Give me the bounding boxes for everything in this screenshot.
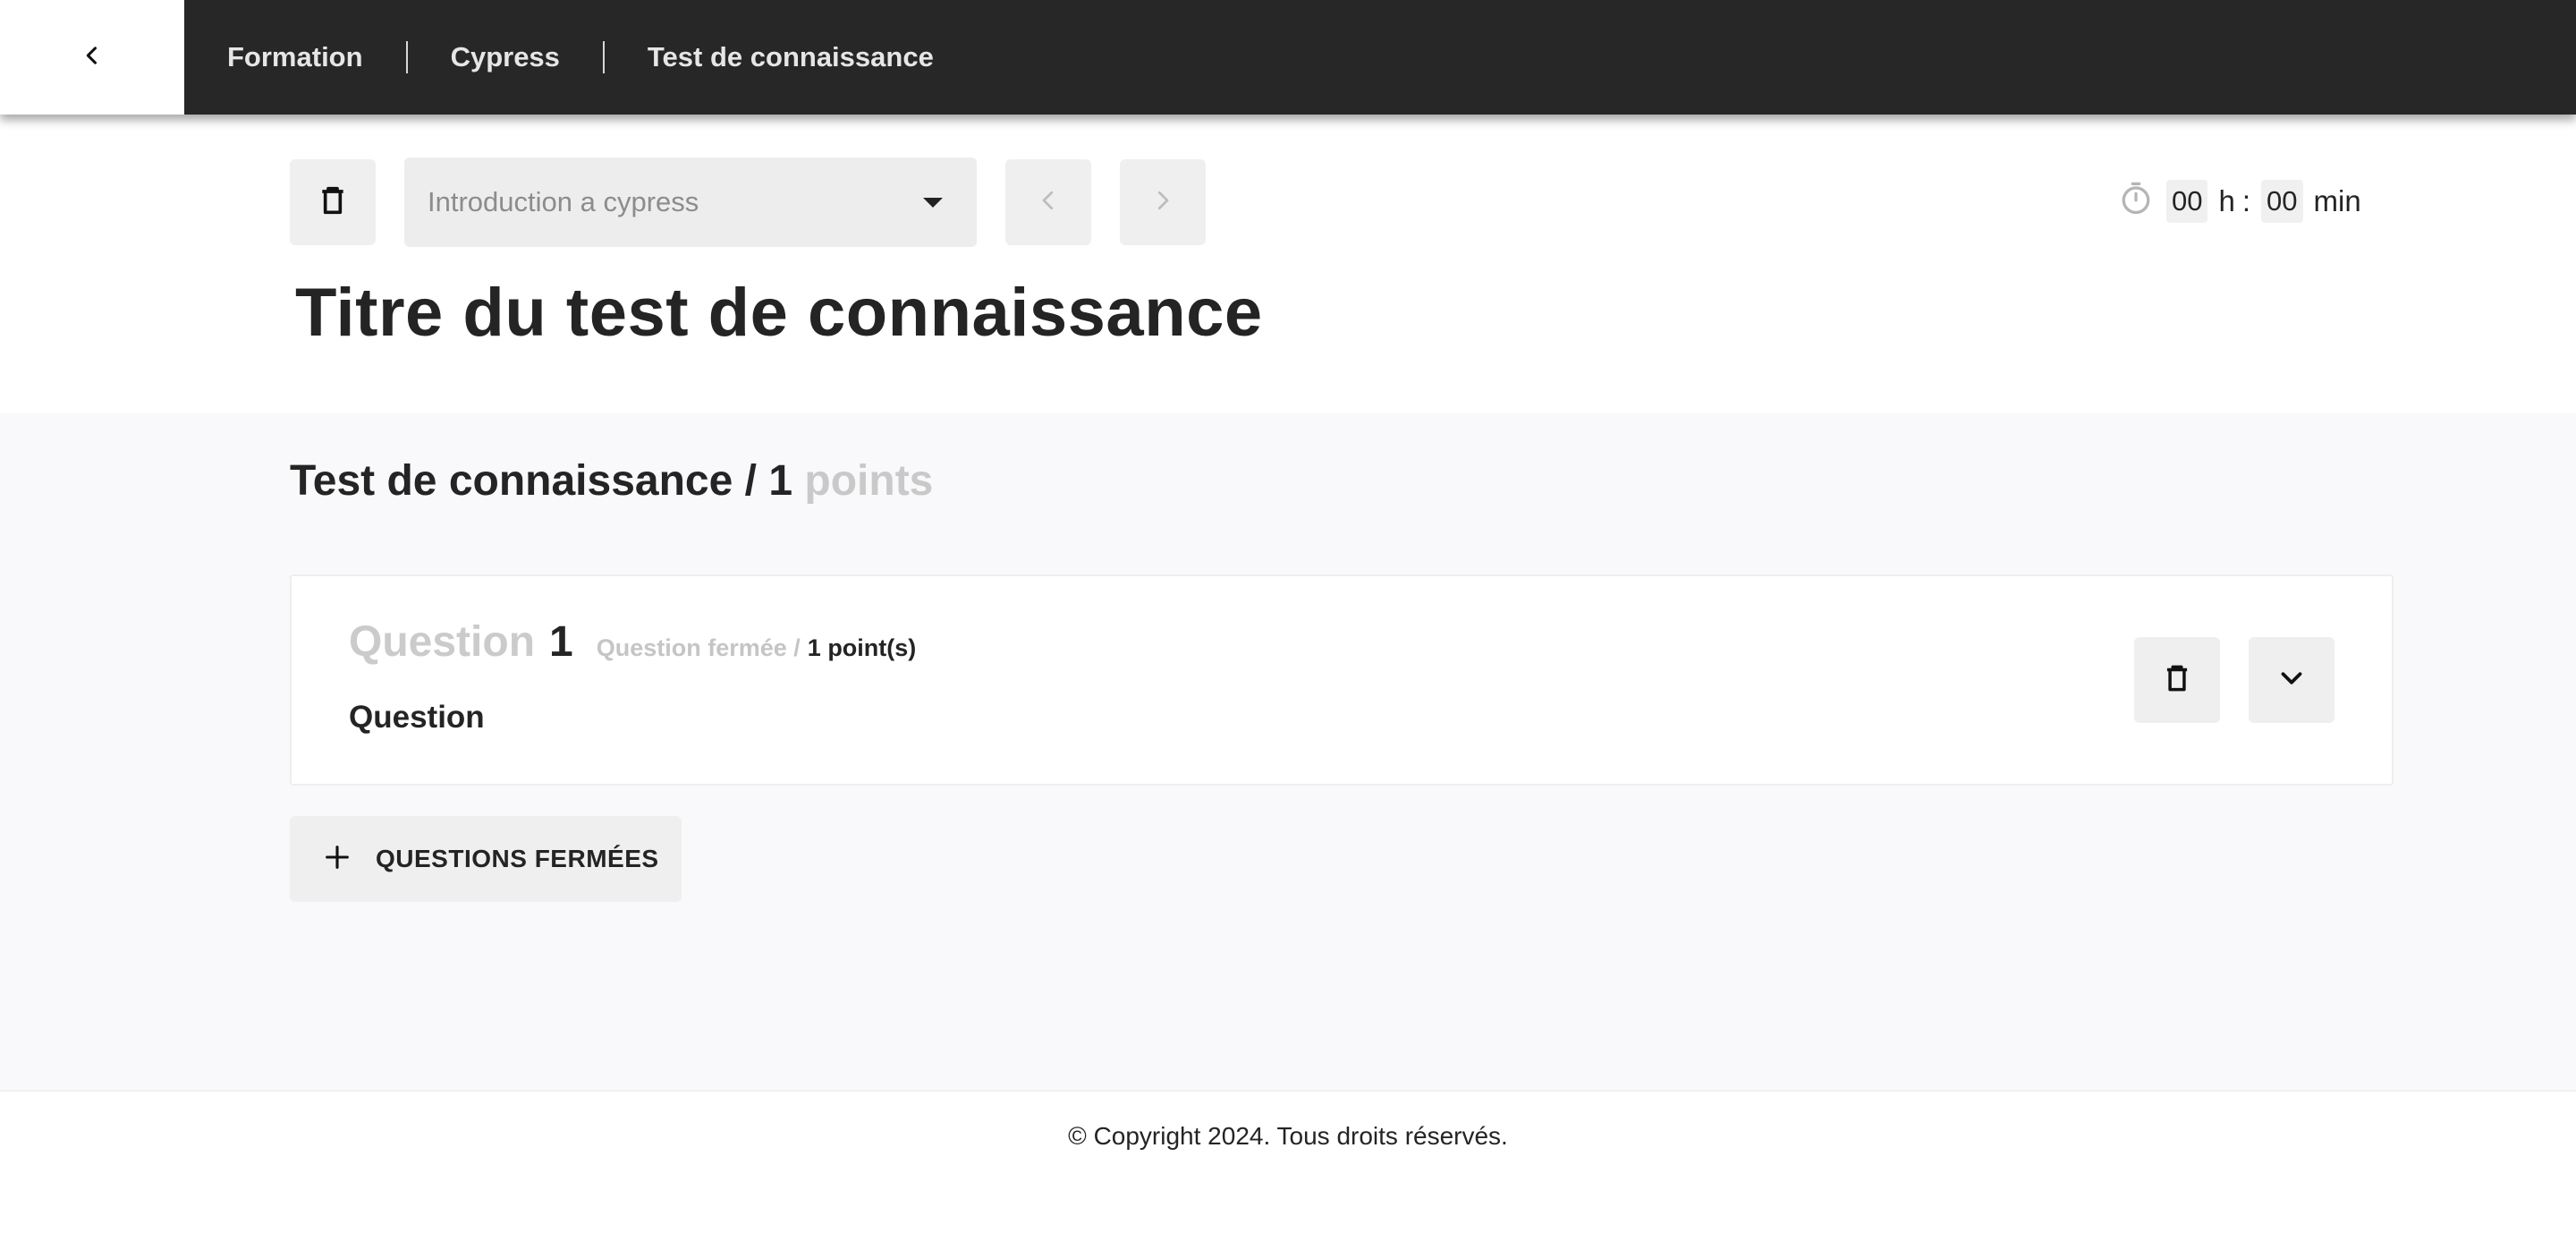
stopwatch-icon	[2116, 178, 2156, 225]
trash-icon	[315, 183, 351, 223]
question-type: Question fermée /	[596, 634, 801, 661]
delete-question-button[interactable]	[2134, 637, 2220, 723]
copyright-text: © Copyright 2024. Tous droits réservés.	[1068, 1122, 1508, 1150]
breadcrumb-divider	[405, 41, 408, 73]
minutes-input[interactable]: 00	[2261, 180, 2303, 223]
section-title-slash: /	[744, 457, 757, 505]
back-button[interactable]	[0, 0, 184, 115]
question-points: 1 point(s)	[807, 634, 917, 661]
points-label: points	[804, 457, 934, 505]
add-closed-question-label: QUESTIONS FERMÉES	[376, 845, 659, 872]
next-button[interactable]	[1120, 159, 1206, 245]
page-title: Titre du test de connaissance	[295, 275, 1263, 351]
hours-input[interactable]: 00	[2166, 180, 2208, 223]
breadcrumb-cypress[interactable]: Cypress	[451, 41, 560, 73]
total-points: 1	[768, 457, 793, 505]
footer: © Copyright 2024. Tous droits réservés.	[0, 1090, 2576, 1233]
question-header: Question 1 Question fermée / 1 point(s)	[349, 617, 916, 667]
minutes-unit: min	[2313, 184, 2361, 217]
duration-timer: 00 h : 00 min	[2116, 177, 2361, 225]
chevron-right-icon	[1149, 187, 1176, 218]
breadcrumb-divider	[602, 41, 605, 73]
trash-icon	[2160, 661, 2194, 700]
chevron-left-icon	[1035, 187, 1062, 218]
section-title-text: Test de connaissance	[290, 457, 733, 505]
breadcrumb-test[interactable]: Test de connaissance	[648, 41, 934, 73]
question-card[interactable]: Question 1 Question fermée / 1 point(s) …	[290, 574, 2394, 786]
section-title: Test de connaissance / 1 points	[290, 456, 933, 506]
question-text: Question	[349, 700, 485, 735]
delete-test-button[interactable]	[290, 159, 376, 245]
time-separator: :	[2241, 184, 2251, 217]
breadcrumb-formation[interactable]: Formation	[227, 41, 363, 73]
chevron-down-icon	[2275, 661, 2309, 700]
chevron-left-icon	[80, 43, 105, 72]
previous-button[interactable]	[1005, 159, 1091, 245]
question-number: 1	[549, 618, 573, 666]
caret-down-icon	[923, 197, 943, 208]
module-select[interactable]: Introduction a cypress	[404, 157, 977, 247]
plus-icon	[322, 842, 376, 877]
breadcrumb: Formation Cypress Test de connaissance	[227, 0, 934, 115]
module-select-value: Introduction a cypress	[428, 186, 699, 217]
question-label: Question	[349, 618, 536, 666]
add-closed-question-button[interactable]: QUESTIONS FERMÉES	[290, 816, 682, 902]
hours-unit: h	[2218, 184, 2235, 217]
top-navbar: Formation Cypress Test de connaissance	[0, 0, 2576, 115]
expand-question-button[interactable]	[2249, 637, 2334, 723]
